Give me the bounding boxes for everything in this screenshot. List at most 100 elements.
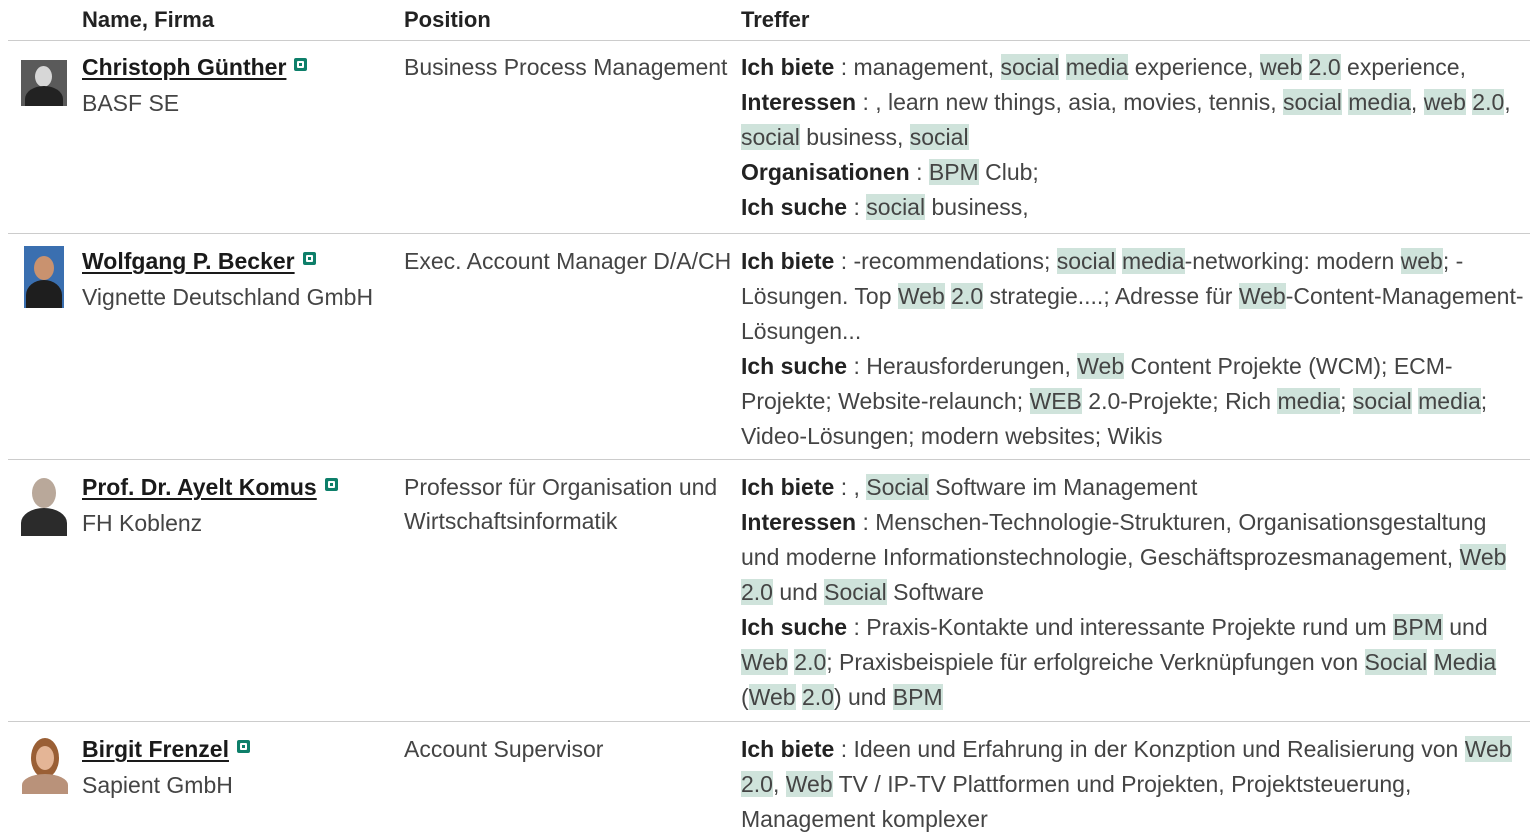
avatar[interactable] [24, 246, 64, 308]
hit-label: Ich suche [741, 353, 848, 379]
highlighted-keyword: 2.0 [1472, 89, 1505, 115]
highlighted-keyword: WEB [1029, 388, 1082, 414]
hits-block: Ich biete : Ideen und Erfahrung in der K… [741, 732, 1531, 837]
hit-text: -recommendations; [853, 248, 1057, 274]
hit-separator: : [834, 474, 854, 500]
hit-separator: : [834, 54, 854, 80]
row-divider [8, 721, 1530, 722]
xing-icon[interactable] [236, 740, 250, 753]
highlighted-keyword: 2.0 [794, 649, 827, 675]
highlighted-keyword: BPM [892, 684, 943, 710]
person-name[interactable]: Christoph Günther [82, 54, 286, 80]
hit-text: Praxis-Kontakte und interessante Projekt… [866, 614, 1394, 640]
hit-entry: Ich suche : Praxis-Kontakte und interess… [741, 610, 1531, 715]
xing-icon[interactable] [302, 252, 316, 265]
hit-separator: : [834, 736, 854, 762]
highlighted-keyword: social [1056, 248, 1116, 274]
highlighted-keyword: social [1352, 388, 1412, 414]
hit-separator: : [847, 194, 867, 220]
person-name-link[interactable]: Birgit Frenzel [82, 736, 250, 763]
hit-text: TV / IP-TV Plattformen und Projekten, Pr… [741, 771, 1412, 832]
hit-separator: : [909, 159, 929, 185]
highlighted-keyword: 2.0 [801, 684, 834, 710]
hit-label: Ich suche [741, 194, 848, 220]
highlighted-keyword: Web [1077, 353, 1125, 379]
company-name: Vignette Deutschland GmbH [82, 284, 374, 310]
highlighted-keyword: Media [1433, 649, 1497, 675]
highlighted-keyword: media [1418, 388, 1481, 414]
person-name[interactable]: Prof. Dr. Ayelt Komus [82, 474, 317, 500]
avatar[interactable] [20, 738, 70, 794]
hit-text: -networking: modern [1184, 248, 1401, 274]
person-name-link[interactable]: Wolfgang P. Becker [82, 248, 316, 275]
highlighted-keyword: Web [748, 684, 796, 710]
hit-label: Ich biete [741, 248, 835, 274]
hit-separator: : [834, 248, 854, 274]
highlighted-keyword: social [909, 124, 969, 150]
hit-entry: Ich biete : , Social Software im Managem… [741, 470, 1531, 505]
highlighted-keyword: 2.0 [741, 579, 773, 605]
hit-text: Ideen und Erfahrung in der Konzption und… [853, 736, 1465, 762]
hits-block: Ich biete : -recommendations; social med… [741, 244, 1531, 454]
person-name[interactable]: Wolfgang P. Becker [82, 248, 295, 274]
hit-text: Software im Management [928, 474, 1198, 500]
hit-text [1302, 54, 1308, 80]
avatar[interactable] [21, 60, 67, 106]
hit-label: Ich suche [741, 614, 848, 640]
xing-icon[interactable] [324, 478, 338, 491]
hit-label: Ich biete [741, 474, 835, 500]
hit-text: ) und [833, 684, 893, 710]
highlighted-keyword: 2.0 [951, 283, 984, 309]
highlighted-keyword: Web [785, 771, 833, 797]
company-name: BASF SE [82, 90, 180, 116]
hits-block: Ich biete : management, social media exp… [741, 50, 1531, 225]
highlighted-keyword: Web [1464, 736, 1512, 762]
hit-entry: Interessen : , learn new things, asia, m… [741, 85, 1531, 155]
hit-separator: : [847, 614, 867, 640]
hit-text: , [1410, 89, 1424, 115]
hit-text: experience, [1128, 54, 1261, 80]
highlighted-keyword: media [1121, 248, 1185, 274]
position-text: Account Supervisor [404, 736, 604, 762]
hit-text: und [1442, 614, 1488, 640]
hit-separator: : [847, 353, 867, 379]
highlighted-keyword: web [1400, 248, 1443, 274]
hit-text: , [1504, 89, 1511, 115]
hit-text: ; [1340, 388, 1353, 414]
highlighted-keyword: social [1283, 89, 1342, 115]
hit-separator: : [856, 509, 876, 535]
hits-block: Ich biete : , Social Software im Managem… [741, 470, 1531, 715]
highlighted-keyword: Social [1364, 649, 1428, 675]
highlighted-keyword: media [1348, 89, 1411, 115]
highlighted-keyword: BPM [928, 159, 979, 185]
hit-entry: Interessen : Menschen-Technologie-Strukt… [741, 505, 1531, 610]
hit-text: ; Praxisbeispiele für erfolgreiche Verkn… [826, 649, 1365, 675]
highlighted-keyword: 2.0 [1308, 54, 1341, 80]
hit-label: Interessen [741, 89, 857, 115]
hit-text: business, [799, 124, 910, 150]
hit-entry: Ich biete : management, social media exp… [741, 50, 1531, 85]
person-name[interactable]: Birgit Frenzel [82, 736, 229, 762]
hit-text: business, [925, 194, 1029, 220]
hit-text: Software [886, 579, 984, 605]
hit-text: , learn new things, asia, movies, tennis… [875, 89, 1284, 115]
column-header-hits: Treffer [741, 7, 810, 32]
person-name-link[interactable]: Christoph Günther [82, 54, 308, 81]
position-text: Exec. Account Manager D/A/CH [404, 248, 732, 274]
highlighted-keyword: Web [897, 283, 945, 309]
hit-separator: : [856, 89, 876, 115]
highlighted-keyword: Web [1238, 283, 1286, 309]
hit-text: Club; [978, 159, 1039, 185]
highlighted-keyword: web [1260, 54, 1303, 80]
header-divider [8, 40, 1530, 41]
highlighted-keyword: social [741, 124, 800, 150]
row-divider [8, 459, 1530, 460]
xing-icon[interactable] [294, 58, 308, 71]
hit-text: 2.0-Projekte; Rich [1081, 388, 1278, 414]
avatar[interactable] [21, 474, 67, 536]
hit-label: Ich biete [741, 54, 835, 80]
person-name-link[interactable]: Prof. Dr. Ayelt Komus [82, 474, 338, 501]
highlighted-keyword: Web [1459, 544, 1507, 570]
hit-text: , [853, 474, 867, 500]
hit-text: strategie....; Adresse für [983, 283, 1239, 309]
